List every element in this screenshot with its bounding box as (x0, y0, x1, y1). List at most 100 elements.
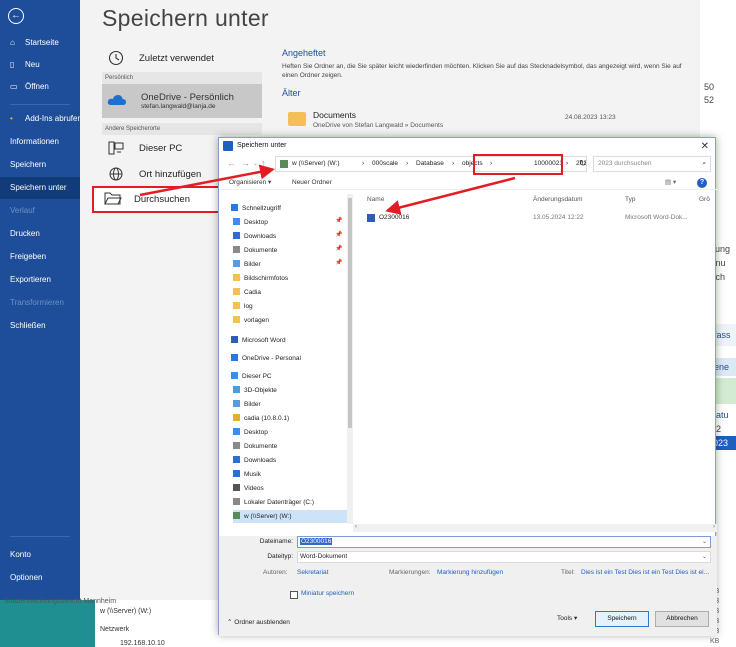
nav-add-ins[interactable]: • Add-Ins abrufen (0, 108, 82, 130)
nav-pane-item[interactable]: cadia (10.8.0.1) (233, 412, 289, 425)
nav-pane-item[interactable]: Cadia (233, 286, 261, 299)
folder-icon (233, 246, 240, 253)
authors-field[interactable]: Sekretariat (297, 569, 328, 576)
nav-speichern-unter[interactable]: Speichern unter (0, 177, 80, 199)
pin-icon[interactable]: 📌 (335, 245, 342, 252)
breadcrumb-item[interactable]: objects (462, 157, 483, 171)
help-icon[interactable]: ? (697, 178, 707, 188)
nav-pane-item[interactable]: Musik (233, 468, 261, 481)
nav-startseite[interactable]: ⌂ Startseite (0, 32, 80, 54)
pin-icon[interactable]: 📌 (335, 217, 342, 224)
nav-pane-item[interactable]: Dokumente (233, 244, 277, 257)
nav-pane-item[interactable]: Schnellzugriff (231, 202, 281, 215)
title-field[interactable]: Dies ist ein Test Dies ist ein Test Dies… (581, 569, 709, 576)
scroll-right-icon[interactable]: › (713, 524, 715, 530)
view-options-icon[interactable]: ▤ ▾ (665, 176, 676, 190)
title-label: Titel: (561, 569, 575, 576)
nav-scrollbar[interactable] (347, 194, 353, 524)
nav-freigeben[interactable]: Freigeben (0, 246, 80, 268)
nav-pane-item[interactable]: Dieser PC (231, 370, 272, 383)
filename-field[interactable]: O2300016 ⌄ (297, 536, 711, 548)
file-date: 13.05.2024 12:22 (533, 214, 584, 221)
bg-text: 192.168.10.10 (120, 640, 165, 647)
nav-label: Speichern unter (10, 183, 67, 192)
nav-label: Exportieren (10, 275, 51, 284)
nav-pane-item[interactable]: OneDrive - Personal (231, 352, 301, 365)
nav-exportieren[interactable]: Exportieren (0, 269, 80, 291)
tools-button[interactable]: Tools ▾ (557, 614, 577, 622)
pin-icon[interactable]: 📌 (335, 259, 342, 266)
organize-button[interactable]: Organisieren ▾ (229, 176, 271, 190)
tags-field[interactable]: Markierung hinzufügen (437, 569, 503, 576)
nav-optionen[interactable]: Optionen (0, 567, 80, 589)
forward-icon[interactable]: → (241, 158, 250, 168)
nav-verlauf: Verlauf (0, 200, 80, 222)
new-folder-button[interactable]: Neuer Ordner (292, 176, 332, 190)
folder-icon (233, 232, 240, 239)
cancel-button[interactable]: Abbrechen (655, 611, 709, 627)
folder-icon (233, 260, 240, 267)
column-header-size[interactable]: Grö (699, 196, 710, 203)
nav-informationen[interactable]: Informationen (0, 131, 80, 153)
nav-pane-label: 3D-Objekte (244, 387, 277, 394)
nav-speichern[interactable]: Speichern (0, 154, 80, 176)
refresh-icon[interactable]: ↻ (579, 158, 587, 169)
save-button[interactable]: Speichern (595, 611, 649, 627)
files-hscrollbar[interactable]: ‹ › (353, 524, 717, 532)
close-icon[interactable]: ✕ (701, 139, 709, 155)
chevron-down-icon[interactable]: ⌄ (253, 160, 258, 167)
up-icon[interactable]: ↑ (261, 158, 266, 168)
hide-folders-toggle[interactable]: ⌃ Ordner ausblenden (227, 618, 290, 626)
pin-icon[interactable]: 📌 (335, 231, 342, 238)
nav-pane-item[interactable]: w (\\Server) (W:) (233, 510, 347, 523)
location-recent[interactable]: Zuletzt verwendet (102, 43, 262, 73)
authors-label: Autoren: (263, 569, 288, 576)
recent-folder-item[interactable]: Documents OneDrive von Stefan Langwald »… (285, 108, 685, 134)
nav-pane-item[interactable]: Videos (233, 482, 264, 495)
file-row[interactable]: O2300016 13.05.2024 12:22 Microsoft Word… (359, 212, 717, 224)
nav-pane-item[interactable]: Microsoft Word (231, 334, 286, 347)
back-icon[interactable]: ← (227, 158, 236, 168)
breadcrumb-item[interactable]: 000scale (372, 157, 398, 171)
browse-button[interactable]: Durchsuchen (92, 186, 220, 213)
nav-pane-item[interactable]: Lokaler Datenträger (C:) (233, 496, 314, 509)
nav-konto[interactable]: Konto (0, 544, 80, 566)
column-header-type[interactable]: Typ (625, 196, 635, 203)
filetype-select[interactable]: Word-Dokument ⌄ (297, 551, 711, 563)
nav-drucken[interactable]: Drucken (0, 223, 80, 245)
folder-icon (233, 484, 240, 491)
nav-pane-item[interactable]: Desktop (233, 426, 268, 439)
nav-schliessen[interactable]: Schließen (0, 315, 80, 337)
nav-pane-item[interactable]: 3D-Objekte (233, 384, 277, 397)
nav-pane-item[interactable]: Downloads (233, 454, 276, 467)
nav-pane-label: Cadia (244, 289, 261, 296)
nav-pane-item[interactable]: vorlagen (233, 314, 269, 327)
search-input[interactable]: 2023 durchsuchen ⌕ (593, 156, 711, 172)
nav-pane-item[interactable]: Dokumente (233, 440, 277, 453)
breadcrumb-item[interactable]: Database (416, 157, 444, 171)
nav-pane-item[interactable]: Downloads (233, 230, 276, 243)
scroll-left-icon[interactable]: ‹ (355, 524, 357, 530)
nav-neu[interactable]: ▯ Neu (0, 54, 80, 76)
breadcrumb-item[interactable]: w (\\Server) (W:) (292, 157, 340, 171)
nav-label: Neu (25, 60, 40, 69)
chevron-down-icon[interactable]: ⌄ (702, 537, 707, 547)
nav-pane-item[interactable]: Bildschirmfotos (233, 272, 288, 285)
address-bar[interactable]: w (\\Server) (W:) › 000scale › Database … (275, 156, 587, 172)
back-arrow-icon[interactable]: ← (8, 8, 24, 24)
scroll-thumb[interactable] (348, 198, 352, 428)
breadcrumb-item[interactable]: 10000021 (534, 157, 563, 171)
nav-pane-item[interactable]: log (233, 300, 253, 313)
column-header-name[interactable]: Name (367, 196, 384, 203)
dialog-titlebar[interactable]: Speichern unter ✕ (219, 138, 717, 154)
nav-pane-item[interactable]: Bilder (233, 258, 261, 271)
nav-pane-label: Downloads (244, 457, 277, 464)
nav-oeffnen[interactable]: ▭ Öffnen (0, 76, 80, 98)
column-header-date[interactable]: Änderungsdatum (533, 196, 583, 203)
thumbnail-checkbox[interactable] (290, 591, 298, 599)
nav-pane-item[interactable]: Bilder (233, 398, 261, 411)
location-onedrive[interactable]: OneDrive - Persönlich stefan.langwald@la… (102, 84, 262, 118)
save-as-dialog: Speichern unter ✕ ← → ⌄ ↑ w (\\Server) (… (218, 137, 717, 636)
folder-icon (231, 372, 238, 379)
nav-pane-item[interactable]: Desktop (233, 216, 268, 229)
